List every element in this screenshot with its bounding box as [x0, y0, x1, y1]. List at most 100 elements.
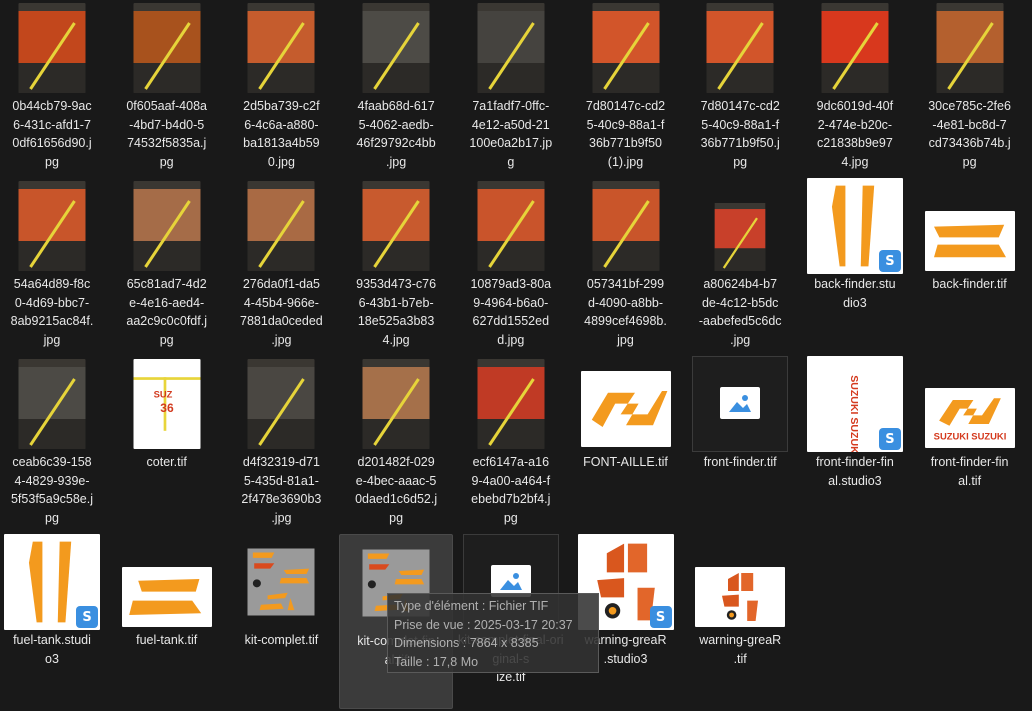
file-name: 4faab68d-617 5-4062-aedb- 46f29792c4bb .…: [356, 99, 436, 169]
file-thumbnail: [362, 3, 430, 93]
file-thumbnail: [924, 211, 1015, 271]
file-thumbnail: [18, 359, 86, 449]
file-item[interactable]: FONT-AILLE.tif: [569, 356, 683, 531]
file-thumbnail: [133, 3, 201, 93]
file-name: 9353d473-c76 6-43b1-b7eb- 18e525a3b83 4.…: [356, 277, 437, 347]
file-name: 7d80147c-cd2 5-40c9-88a1-f 36b771b9f50 (…: [585, 99, 666, 169]
file-name: d4f32319-d71 5-435d-81a1- 2f478e3690b3 .…: [241, 455, 322, 525]
file-item[interactable]: 9dc6019d-40f 2-474e-b20c- c21838b9e97 4.…: [798, 0, 912, 175]
file-item[interactable]: back-finder.tif: [913, 178, 1027, 353]
file-name: 30ce785c-2fe6 -4e81-bc8d-7 cd73436b74b.j…: [928, 99, 1011, 169]
studio-app-icon: S: [878, 428, 901, 450]
file-name: 276da0f1-da5 4-45b4-966e- 7881da0ceded .…: [240, 277, 323, 347]
file-item[interactable]: SUZUKI SUZUKI Sfront-finder-fin al.studio…: [798, 356, 912, 531]
studio-app-icon: S: [649, 606, 672, 628]
file-item[interactable]: 10879ad3-80a 9-4964-b6a0- 627dd1552ed d.…: [454, 178, 568, 353]
svg-text:SUZUKI SUZUKI: SUZUKI SUZUKI: [933, 430, 1006, 441]
file-item[interactable]: 0b44cb79-9ac 6-431c-afd1-7 0df61656d90.j…: [0, 0, 109, 175]
file-item[interactable]: 65c81ad7-4d2 e-4e16-aed4- aa2c9c0c0fdf.j…: [110, 178, 224, 353]
file-thumbnail: [706, 3, 774, 93]
file-name: ecf6147a-a16 9-4a00-a464-f ebebd7b2bf4.j…: [471, 455, 551, 525]
tooltip-size: Taille : 17,8 Mo: [394, 654, 479, 669]
file-item[interactable]: fuel-tank.tif: [110, 534, 224, 709]
file-item[interactable]: SUZUKI SUZUKI front-finder-fin al.tif: [913, 356, 1027, 531]
file-thumbnail: SUZ 36: [133, 359, 201, 449]
file-thumbnail: [477, 3, 545, 93]
file-name: a80624b4-b7 de-4c12-b5dc -aabefed5c6dc .…: [698, 277, 782, 347]
file-name: 7d80147c-cd2 5-40c9-88a1-f 36b771b9f50.j…: [700, 99, 780, 169]
file-thumbnail: [477, 181, 545, 271]
file-name: 7a1fadf7-0ffc- 4e12-a50d-21 100e0a2b17.j…: [469, 99, 553, 169]
file-item[interactable]: kit-complet.tif: [224, 534, 338, 709]
file-name: front-finder-fin al.studio3: [815, 455, 894, 488]
file-item[interactable]: 30ce785c-2fe6 -4e81-bc8d-7 cd73436b74b.j…: [913, 0, 1027, 175]
file-thumbnail: [247, 537, 315, 627]
file-name: front-finder.tif: [703, 455, 777, 469]
file-item[interactable]: warning-greaR .tif: [683, 534, 797, 709]
file-item[interactable]: 7d80147c-cd2 5-40c9-88a1-f 36b771b9f50 (…: [569, 0, 683, 175]
file-item[interactable]: 057341bf-299 d-4090-a8bb- 4899cef4698b. …: [569, 178, 683, 353]
file-thumbnail: [695, 203, 785, 271]
file-name: 9dc6019d-40f 2-474e-b20c- c21838b9e97 4.…: [816, 99, 894, 169]
studio-app-icon: S: [76, 606, 98, 628]
file-thumbnail: [18, 181, 86, 271]
file-item[interactable]: ecf6147a-a16 9-4a00-a464-f ebebd7b2bf4.j…: [454, 356, 568, 531]
tooltip-date: Prise de vue : 2025-03-17 20:37: [394, 617, 573, 632]
svg-text:SUZ: SUZ: [153, 389, 172, 399]
file-thumbnail: [362, 359, 430, 449]
file-item[interactable]: ceab6c39-158 4-4829-939e- 5f53f5a9c58e.j…: [0, 356, 109, 531]
file-thumbnail: [580, 371, 671, 447]
file-thumbnail: [121, 567, 212, 627]
file-thumbnail: SUZUKI SUZUKI: [924, 388, 1015, 448]
thumbnail-placeholder: [692, 356, 789, 452]
file-thumbnail: [247, 181, 315, 271]
tooltip-dimensions: Dimensions : 7864 x 8385: [394, 636, 539, 650]
file-name: ceab6c39-158 4-4829-939e- 5f53f5a9c58e.j…: [10, 455, 93, 525]
file-name: kit-complet.tif: [244, 633, 319, 647]
file-item[interactable]: Sback-finder.stu dio3: [798, 178, 912, 353]
file-item[interactable]: 7a1fadf7-0ffc- 4e12-a50d-21 100e0a2b17.j…: [454, 0, 568, 175]
svg-text:36: 36: [160, 401, 174, 415]
file-item[interactable]: 0f605aaf-408a -4bd7-b4d0-5 74532f5835a.j…: [110, 0, 224, 175]
file-item[interactable]: a80624b4-b7 de-4c12-b5dc -aabefed5c6dc .…: [683, 178, 797, 353]
file-name: fuel-tank.tif: [136, 633, 198, 647]
file-thumbnail: [247, 359, 315, 449]
file-item[interactable]: 4faab68d-617 5-4062-aedb- 46f29792c4bb .…: [339, 0, 453, 175]
file-name: front-finder-fin al.tif: [930, 455, 1009, 488]
file-item[interactable]: 276da0f1-da5 4-45b4-966e- 7881da0ceded .…: [224, 178, 338, 353]
file-name: 057341bf-299 d-4090-a8bb- 4899cef4698b. …: [584, 277, 667, 347]
svg-text:SUZUKI SUZUKI: SUZUKI SUZUKI: [848, 375, 860, 452]
file-item[interactable]: d4f32319-d71 5-435d-81a1- 2f478e3690b3 .…: [224, 356, 338, 531]
file-thumbnail: [821, 3, 889, 93]
image-file-icon: [720, 387, 761, 419]
file-item[interactable]: front-finder.tif: [683, 356, 797, 531]
file-item[interactable]: d201482f-029 e-4bec-aaac-5 0daed1c6d52.j…: [339, 356, 453, 531]
file-thumbnail: [477, 359, 545, 449]
file-item[interactable]: SUZ 36 coter.tif: [110, 356, 224, 531]
file-item[interactable]: 2d5ba739-c2f 6-4c6a-a880- ba1813a4b59 0.…: [224, 0, 338, 175]
file-thumbnail: [133, 181, 201, 271]
file-name: 54a64d89-f8c 0-4d69-bbc7- 8ab9215ac84f. …: [10, 277, 94, 347]
file-item[interactable]: 54a64d89-f8c 0-4d69-bbc7- 8ab9215ac84f. …: [0, 178, 109, 353]
file-item[interactable]: Sfuel-tank.studi o3: [0, 534, 109, 709]
file-item[interactable]: 9353d473-c76 6-43b1-b7eb- 18e525a3b83 4.…: [339, 178, 453, 353]
file-item[interactable]: 7d80147c-cd2 5-40c9-88a1-f 36b771b9f50.j…: [683, 0, 797, 175]
file-thumbnail: [695, 567, 786, 627]
file-thumbnail: [592, 3, 659, 93]
file-thumbnail: [362, 181, 430, 271]
file-name: fuel-tank.studi o3: [13, 633, 91, 666]
file-name: back-finder.stu dio3: [814, 277, 896, 310]
file-name: 10879ad3-80a 9-4964-b6a0- 627dd1552ed d.…: [470, 277, 552, 347]
studio-app-icon: S: [878, 250, 901, 272]
file-thumbnail: [247, 3, 315, 93]
file-name: FONT-AILLE.tif: [583, 455, 668, 469]
file-name: d201482f-029 e-4bec-aaac-5 0daed1c6d52.j…: [355, 455, 438, 525]
file-name: 2d5ba739-c2f 6-4c6a-a880- ba1813a4b59 0.…: [243, 99, 320, 169]
file-name: 0f605aaf-408a -4bd7-b4d0-5 74532f5835a.j…: [126, 99, 207, 169]
file-name: 0b44cb79-9ac 6-431c-afd1-7 0df61656d90.j…: [12, 99, 92, 169]
file-thumbnail: [936, 3, 1004, 93]
file-name: 65c81ad7-4d2 e-4e16-aed4- aa2c9c0c0fdf.j…: [126, 277, 207, 347]
file-name: coter.tif: [146, 455, 187, 469]
file-tooltip: Type d'élément : Fichier TIF Prise de vu…: [387, 593, 599, 673]
file-thumbnail: [592, 181, 659, 271]
